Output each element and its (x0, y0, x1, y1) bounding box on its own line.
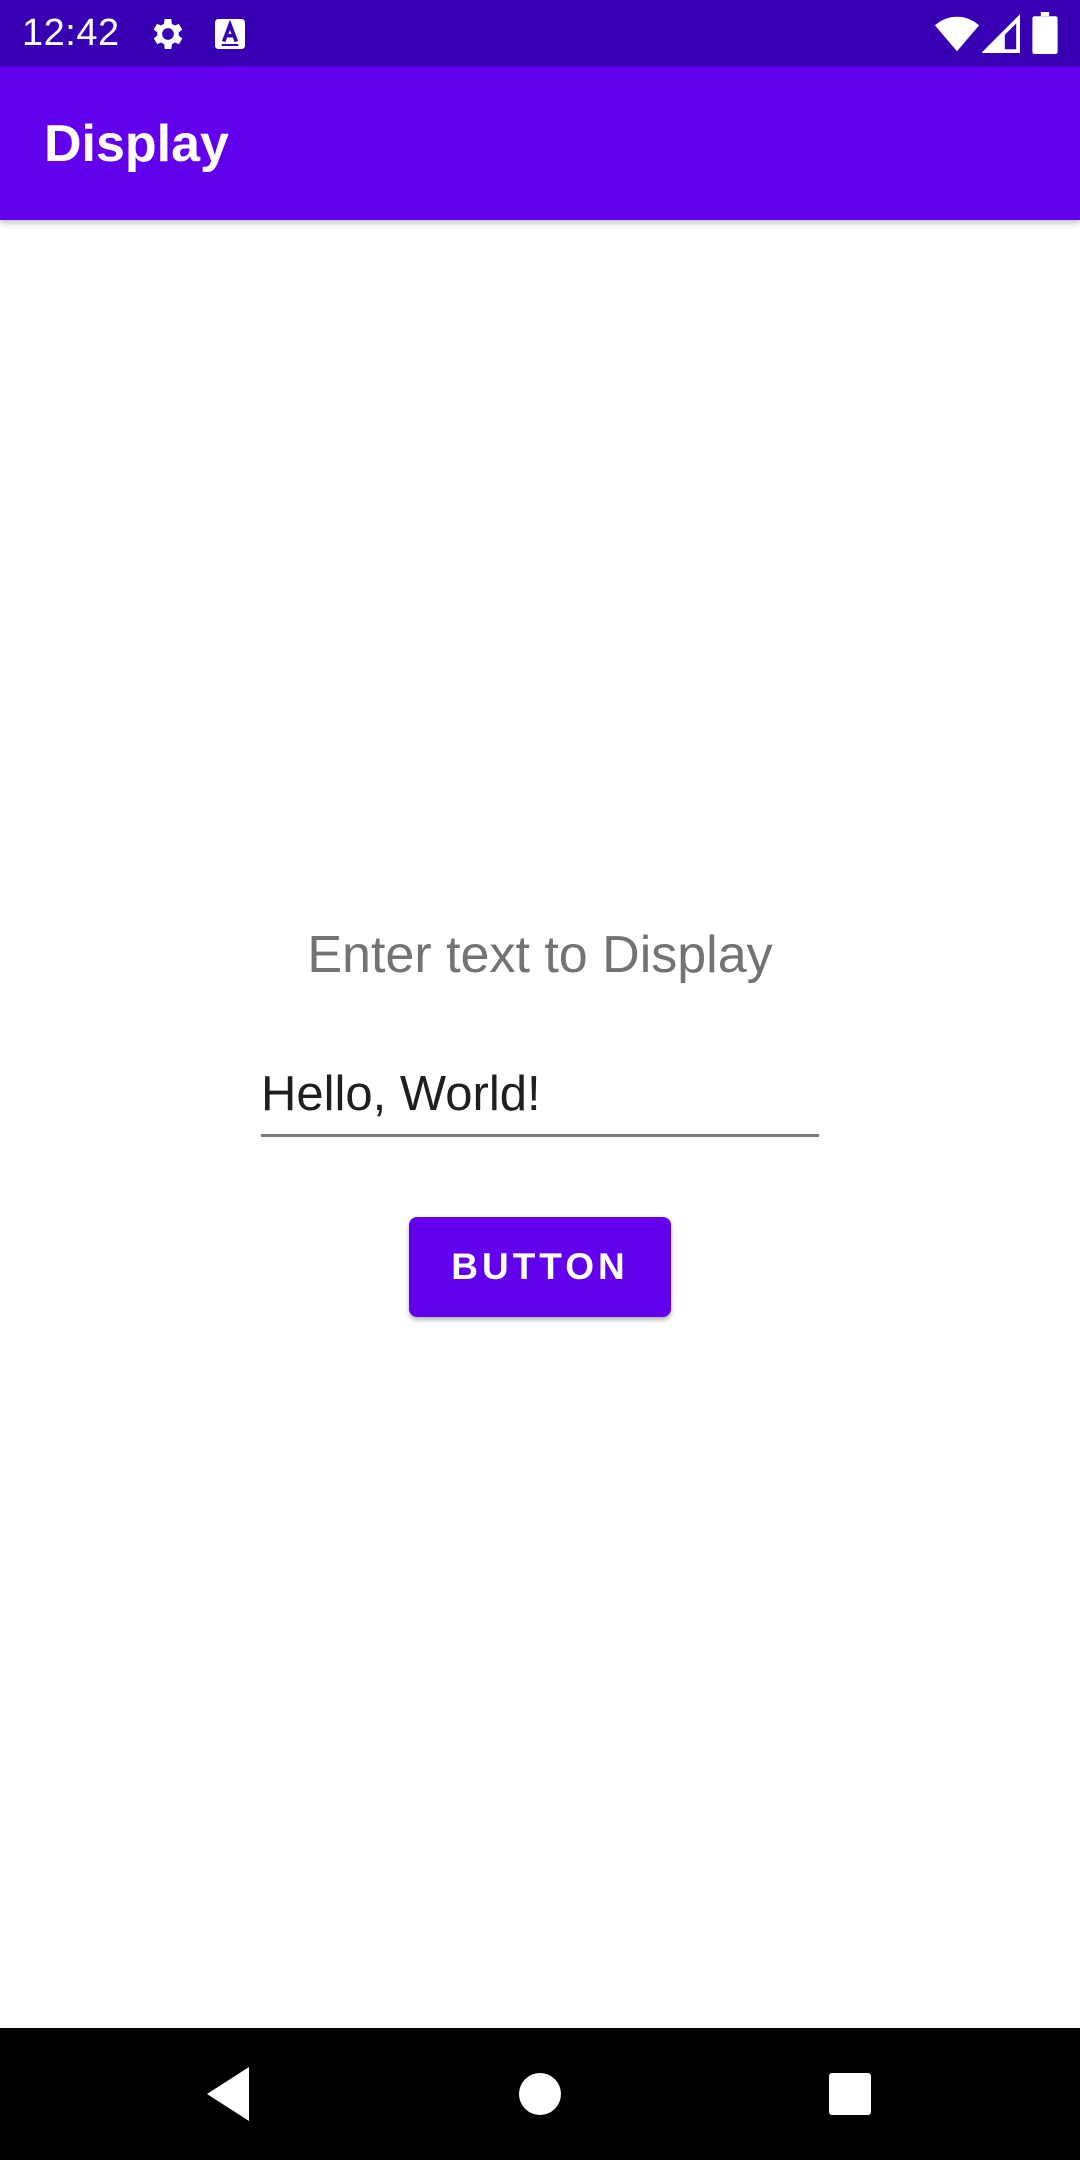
gear-icon (148, 14, 188, 54)
keyboard-a-icon (210, 14, 250, 54)
wifi-icon (934, 14, 980, 54)
app-screen: 12:42 Display Enter text to Display BUTT… (0, 0, 1080, 2160)
navigation-bar (0, 2028, 1080, 2160)
display-text-input[interactable] (261, 1054, 819, 1137)
signal-icon (982, 14, 1020, 54)
recents-icon[interactable] (814, 2058, 886, 2130)
status-bar: 12:42 (0, 0, 1080, 66)
home-icon[interactable] (504, 2058, 576, 2130)
battery-icon (1032, 12, 1058, 54)
back-icon[interactable] (192, 2058, 264, 2130)
prompt-label: Enter text to Display (307, 926, 773, 984)
display-button[interactable]: BUTTON (409, 1217, 671, 1317)
app-title: Display (44, 115, 229, 173)
app-bar: Display (0, 66, 1080, 220)
status-time: 12:42 (22, 12, 120, 54)
